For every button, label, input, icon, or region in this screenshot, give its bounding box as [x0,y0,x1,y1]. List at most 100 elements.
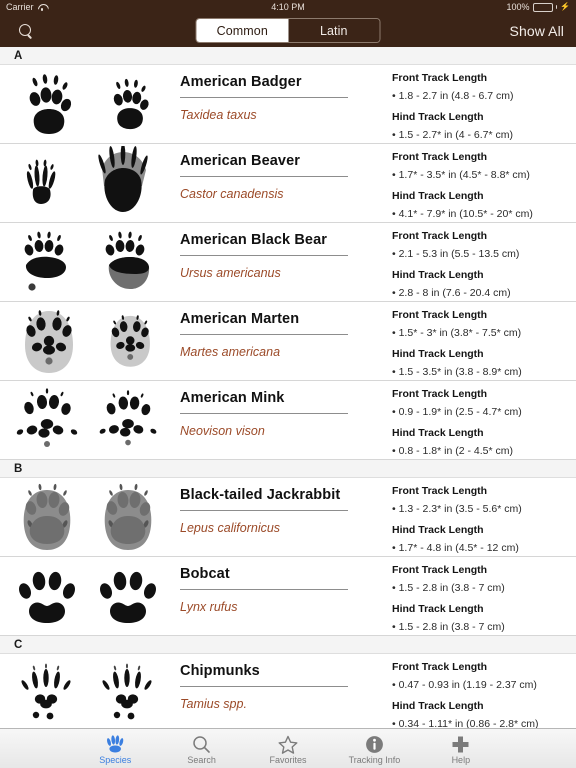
front-track-length-value: 0.47 - 0.93 in (1.19 - 2.37 cm) [392,679,568,692]
common-name: American Beaver [180,153,300,169]
segment-common[interactable]: Common [196,19,288,42]
hind-track-length-value: 2.8 - 8 in (7.6 - 20.4 cm) [392,287,568,300]
track-images [0,144,174,222]
battery-cap-icon [555,5,558,9]
track-images [0,654,174,728]
table-row[interactable]: American Marten Martes americana Front Tra… [0,302,576,381]
front-track-length-value: 1.5 - 2.8 in (3.8 - 7 cm) [392,582,568,595]
front-track-length-value: 0.9 - 1.9* in (2.5 - 4.7* cm) [392,406,568,419]
tab-bar: Species Search Favorites Tracking Info H… [0,728,576,768]
front-track-length-label: Front Track Length [392,309,488,321]
front-track-length-label: Front Track Length [392,230,488,242]
section-header-a: A [0,47,576,65]
table-row[interactable]: Bobcat Lynx rufus Front Track Length 1.5 - … [0,557,576,636]
front-track-image [15,565,79,627]
name-divider [180,255,348,256]
name-divider [180,589,348,590]
lightning-bolt-icon: ⚡ [560,2,570,11]
track-measurements: Front Track Length 1.5* - 3* in (3.8* - 7… [384,302,576,380]
species-names: Chipmunks Tamius spp. [174,654,384,728]
table-row[interactable]: American Badger Taxidea taxus Front Track … [0,65,576,144]
name-divider [180,510,348,511]
hind-track-length-label: Hind Track Length [392,111,484,124]
species-list[interactable]: A American Badger Taxidea taxus Front Trac… [0,47,576,728]
front-track-length-label: Front Track Length [392,151,488,163]
star-icon [278,733,298,754]
hind-track-length-label: Hind Track Length [392,190,484,203]
name-divider [180,334,348,335]
hind-track-image [92,146,154,220]
latin-name: Taxidea taxus [180,108,257,122]
track-images [0,302,174,380]
front-track-image [16,663,78,723]
search-button[interactable] [12,18,38,44]
name-divider [180,413,348,414]
latin-name: Castor canadensis [180,187,284,201]
hind-track-length-label: Hind Track Length [392,427,484,440]
hind-track-length-value: 1.7* - 4.8 in (4.5* - 12 cm) [392,542,568,555]
hind-track-length-label: Hind Track Length [392,700,484,713]
hind-track-length-label: Hind Track Length [392,603,484,616]
track-measurements: Front Track Length 0.9 - 1.9* in (2.5 - 4… [384,381,576,459]
front-track-length-value: 1.5* - 3* in (3.8* - 7.5* cm) [392,327,568,340]
front-track-image [18,72,80,136]
front-track-image [14,386,80,454]
hind-track-length-label: Hind Track Length [392,524,484,537]
table-row[interactable]: Black-tailed Jackrabbit Lepus californicu… [0,478,576,557]
paw-print-icon [105,733,125,754]
species-names: American Beaver Castor canadensis [174,144,384,222]
track-measurements: Front Track Length 0.47 - 0.93 in (1.19 -… [384,654,576,728]
front-track-image [16,229,78,295]
table-row[interactable]: American Mink Neovison vison Front Track L… [0,381,576,460]
front-track-length-value: 1.8 - 2.7 in (4.8 - 6.7 cm) [392,90,568,103]
table-row[interactable]: American Beaver Castor canadensis Front Tr… [0,144,576,223]
name-divider [180,176,348,177]
hind-track-length-value: 0.34 - 1.11* in (0.86 - 2.8* cm) [392,718,568,728]
species-names: Bobcat Lynx rufus [174,557,384,635]
name-divider [180,97,348,98]
hind-track-image [97,388,159,452]
front-track-image [17,305,81,377]
common-name: American Marten [180,311,300,327]
tab-label: Help [451,754,471,765]
front-track-length-label: Front Track Length [392,485,488,497]
hind-track-length-value: 1.5 - 2.8 in (3.8 - 7 cm) [392,621,568,634]
hind-track-image [97,663,159,723]
hind-track-image [104,77,156,131]
species-names: American Mink Neovison vison [174,381,384,459]
front-track-length-label: Front Track Length [392,72,488,84]
hind-track-image [97,229,159,295]
name-mode-segmented-control[interactable]: Common Latin [195,18,381,43]
tab-label: Species [99,754,132,765]
tab-favorites[interactable]: Favorites [245,729,331,768]
track-measurements: Front Track Length 1.7* - 3.5* in (4.5* -… [384,144,576,222]
hind-track-image [96,565,160,627]
hind-track-length-label: Hind Track Length [392,269,484,282]
front-track-image [16,480,78,554]
show-all-button[interactable]: Show All [510,23,565,39]
tab-help[interactable]: Help [418,729,504,768]
front-track-length-label: Front Track Length [392,388,488,400]
latin-name: Tamius spp. [180,697,247,711]
table-row[interactable]: American Black Bear Ursus americanus Front… [0,223,576,302]
track-measurements: Front Track Length 2.1 - 5.3 in (5.5 - 13… [384,223,576,301]
latin-name: Neovison vison [180,424,265,438]
common-name: American Black Bear [180,232,327,248]
search-icon [18,24,32,37]
status-bar-right: 100% ⚡ [507,2,571,12]
track-measurements: Front Track Length 1.8 - 2.7 in (4.8 - 6.… [384,65,576,143]
tab-tracking-info[interactable]: Tracking Info [331,729,417,768]
table-row[interactable]: Chipmunks Tamius spp. Front Track Length 0.… [0,654,576,728]
battery-percent-label: 100% [506,2,530,12]
segment-latin[interactable]: Latin [288,19,380,42]
species-names: Black-tailed Jackrabbit Lepus californicu… [174,478,384,556]
tab-species[interactable]: Species [72,729,158,768]
status-bar: Carrier 4:10 PM 100% ⚡ [0,0,576,14]
tab-label: Favorites [269,754,307,765]
name-divider [180,686,348,687]
section-header-c: C [0,636,576,654]
front-track-length-value: 1.3 - 2.3* in (3.5 - 5.6* cm) [392,503,568,516]
status-bar-clock: 4:10 PM [271,2,305,12]
tab-search[interactable]: Search [158,729,244,768]
latin-name: Martes americana [180,345,281,359]
